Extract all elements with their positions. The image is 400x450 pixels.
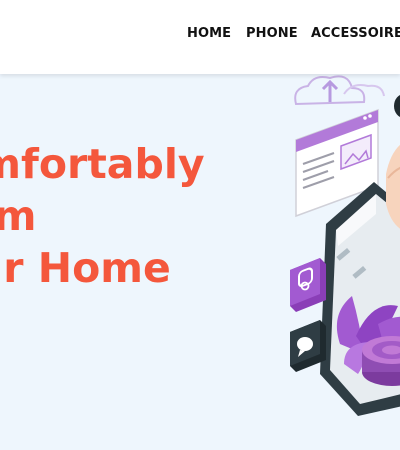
nav-item-phone[interactable]: PHONE (246, 26, 298, 41)
hero-section: Comfortably From Your Home (0, 74, 400, 450)
main-nav: HOME PHONE ACCESSOIRES (0, 26, 400, 46)
site-header: HOME PHONE ACCESSOIRES (0, 0, 400, 74)
hero-illustration (290, 75, 400, 416)
nav-item-home[interactable]: HOME (187, 26, 231, 41)
target-disc-illustration (362, 336, 400, 386)
instagram-icon (290, 258, 326, 312)
cloud-upload-icon (294, 75, 385, 106)
nav-item-accessoires[interactable]: ACCESSOIRES (311, 26, 400, 41)
